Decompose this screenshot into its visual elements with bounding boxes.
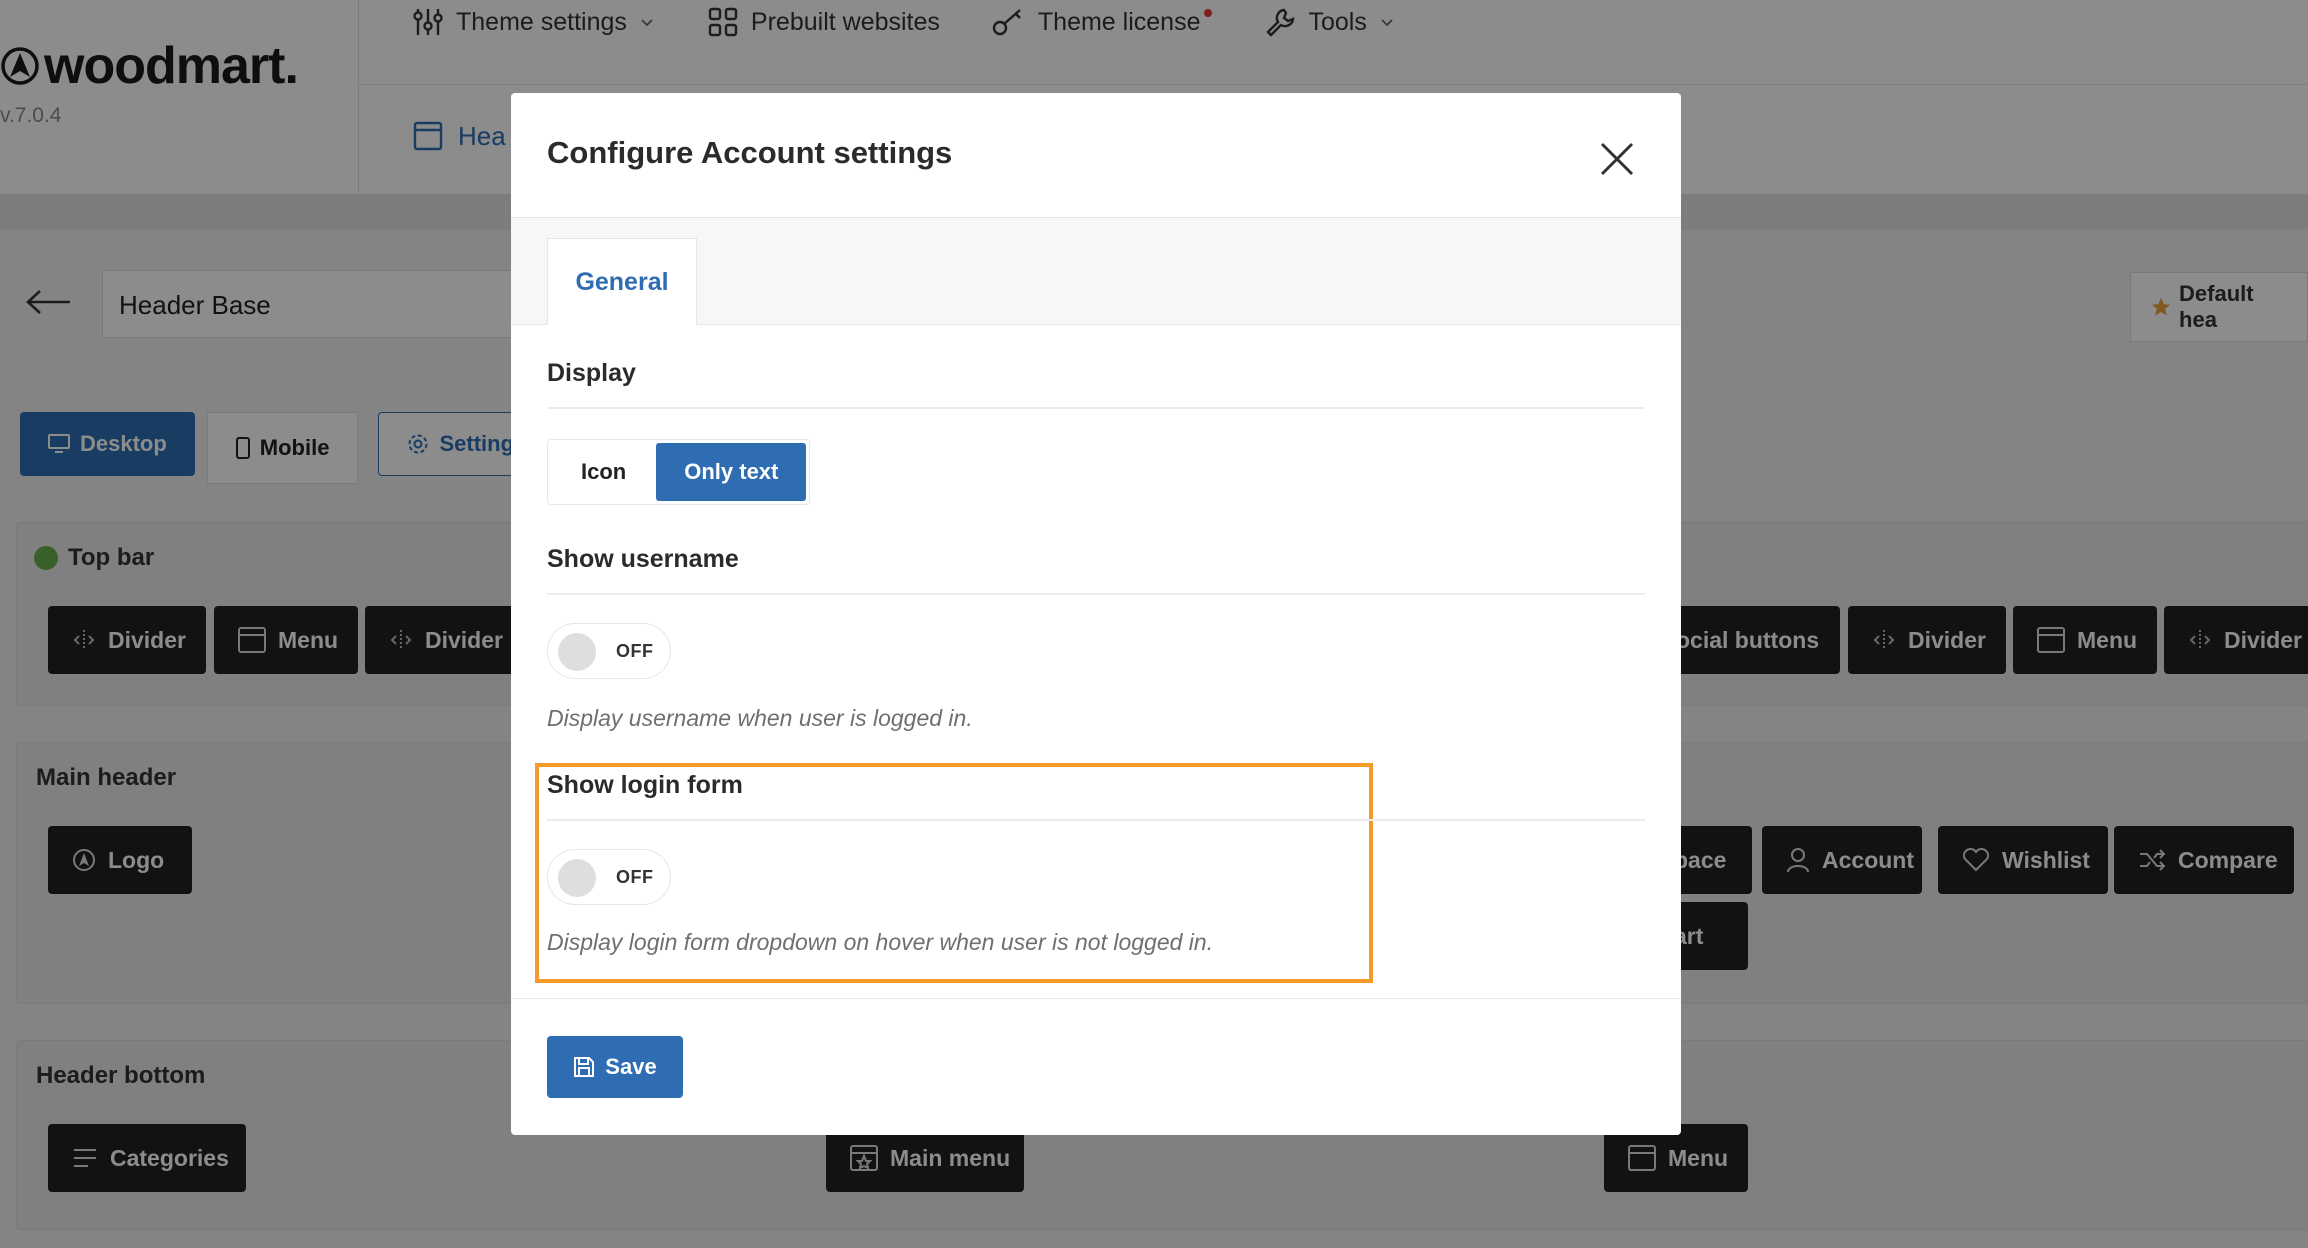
modal-header: Configure Account settings <box>511 93 1681 218</box>
modal-tabs: General <box>511 218 1681 325</box>
display-title: Display <box>547 359 636 387</box>
toggle-knob <box>558 633 596 671</box>
section-divider <box>547 593 1645 595</box>
tab-general[interactable]: General <box>547 238 697 325</box>
footer-divider <box>511 998 1681 999</box>
toggle-state: OFF <box>616 641 654 661</box>
show-login-form-description: Display login form dropdown on hover whe… <box>547 929 1214 955</box>
close-button[interactable] <box>1597 139 1637 179</box>
display-option-only-text[interactable]: Only text <box>656 443 807 501</box>
toggle-knob <box>558 859 596 897</box>
section-divider <box>547 819 1645 821</box>
close-icon <box>1600 142 1634 176</box>
floppy-disk-icon <box>574 1057 595 1077</box>
save-label: Save <box>605 1054 657 1079</box>
save-button[interactable]: Save <box>547 1036 683 1098</box>
show-login-form-toggle[interactable]: OFF <box>547 849 671 905</box>
show-login-form-title: Show login form <box>547 771 743 799</box>
configure-account-modal: Configure Account settings General Displ… <box>511 93 1681 1135</box>
display-segmented-control: Icon Only text <box>547 439 811 505</box>
display-option-icon[interactable]: Icon <box>551 443 656 501</box>
toggle-state: OFF <box>616 867 654 887</box>
show-username-description: Display username when user is logged in. <box>547 705 973 731</box>
modal-title: Configure Account settings <box>547 135 953 170</box>
show-username-toggle[interactable]: OFF <box>547 623 671 679</box>
section-divider <box>547 407 1645 409</box>
show-username-title: Show username <box>547 545 739 573</box>
